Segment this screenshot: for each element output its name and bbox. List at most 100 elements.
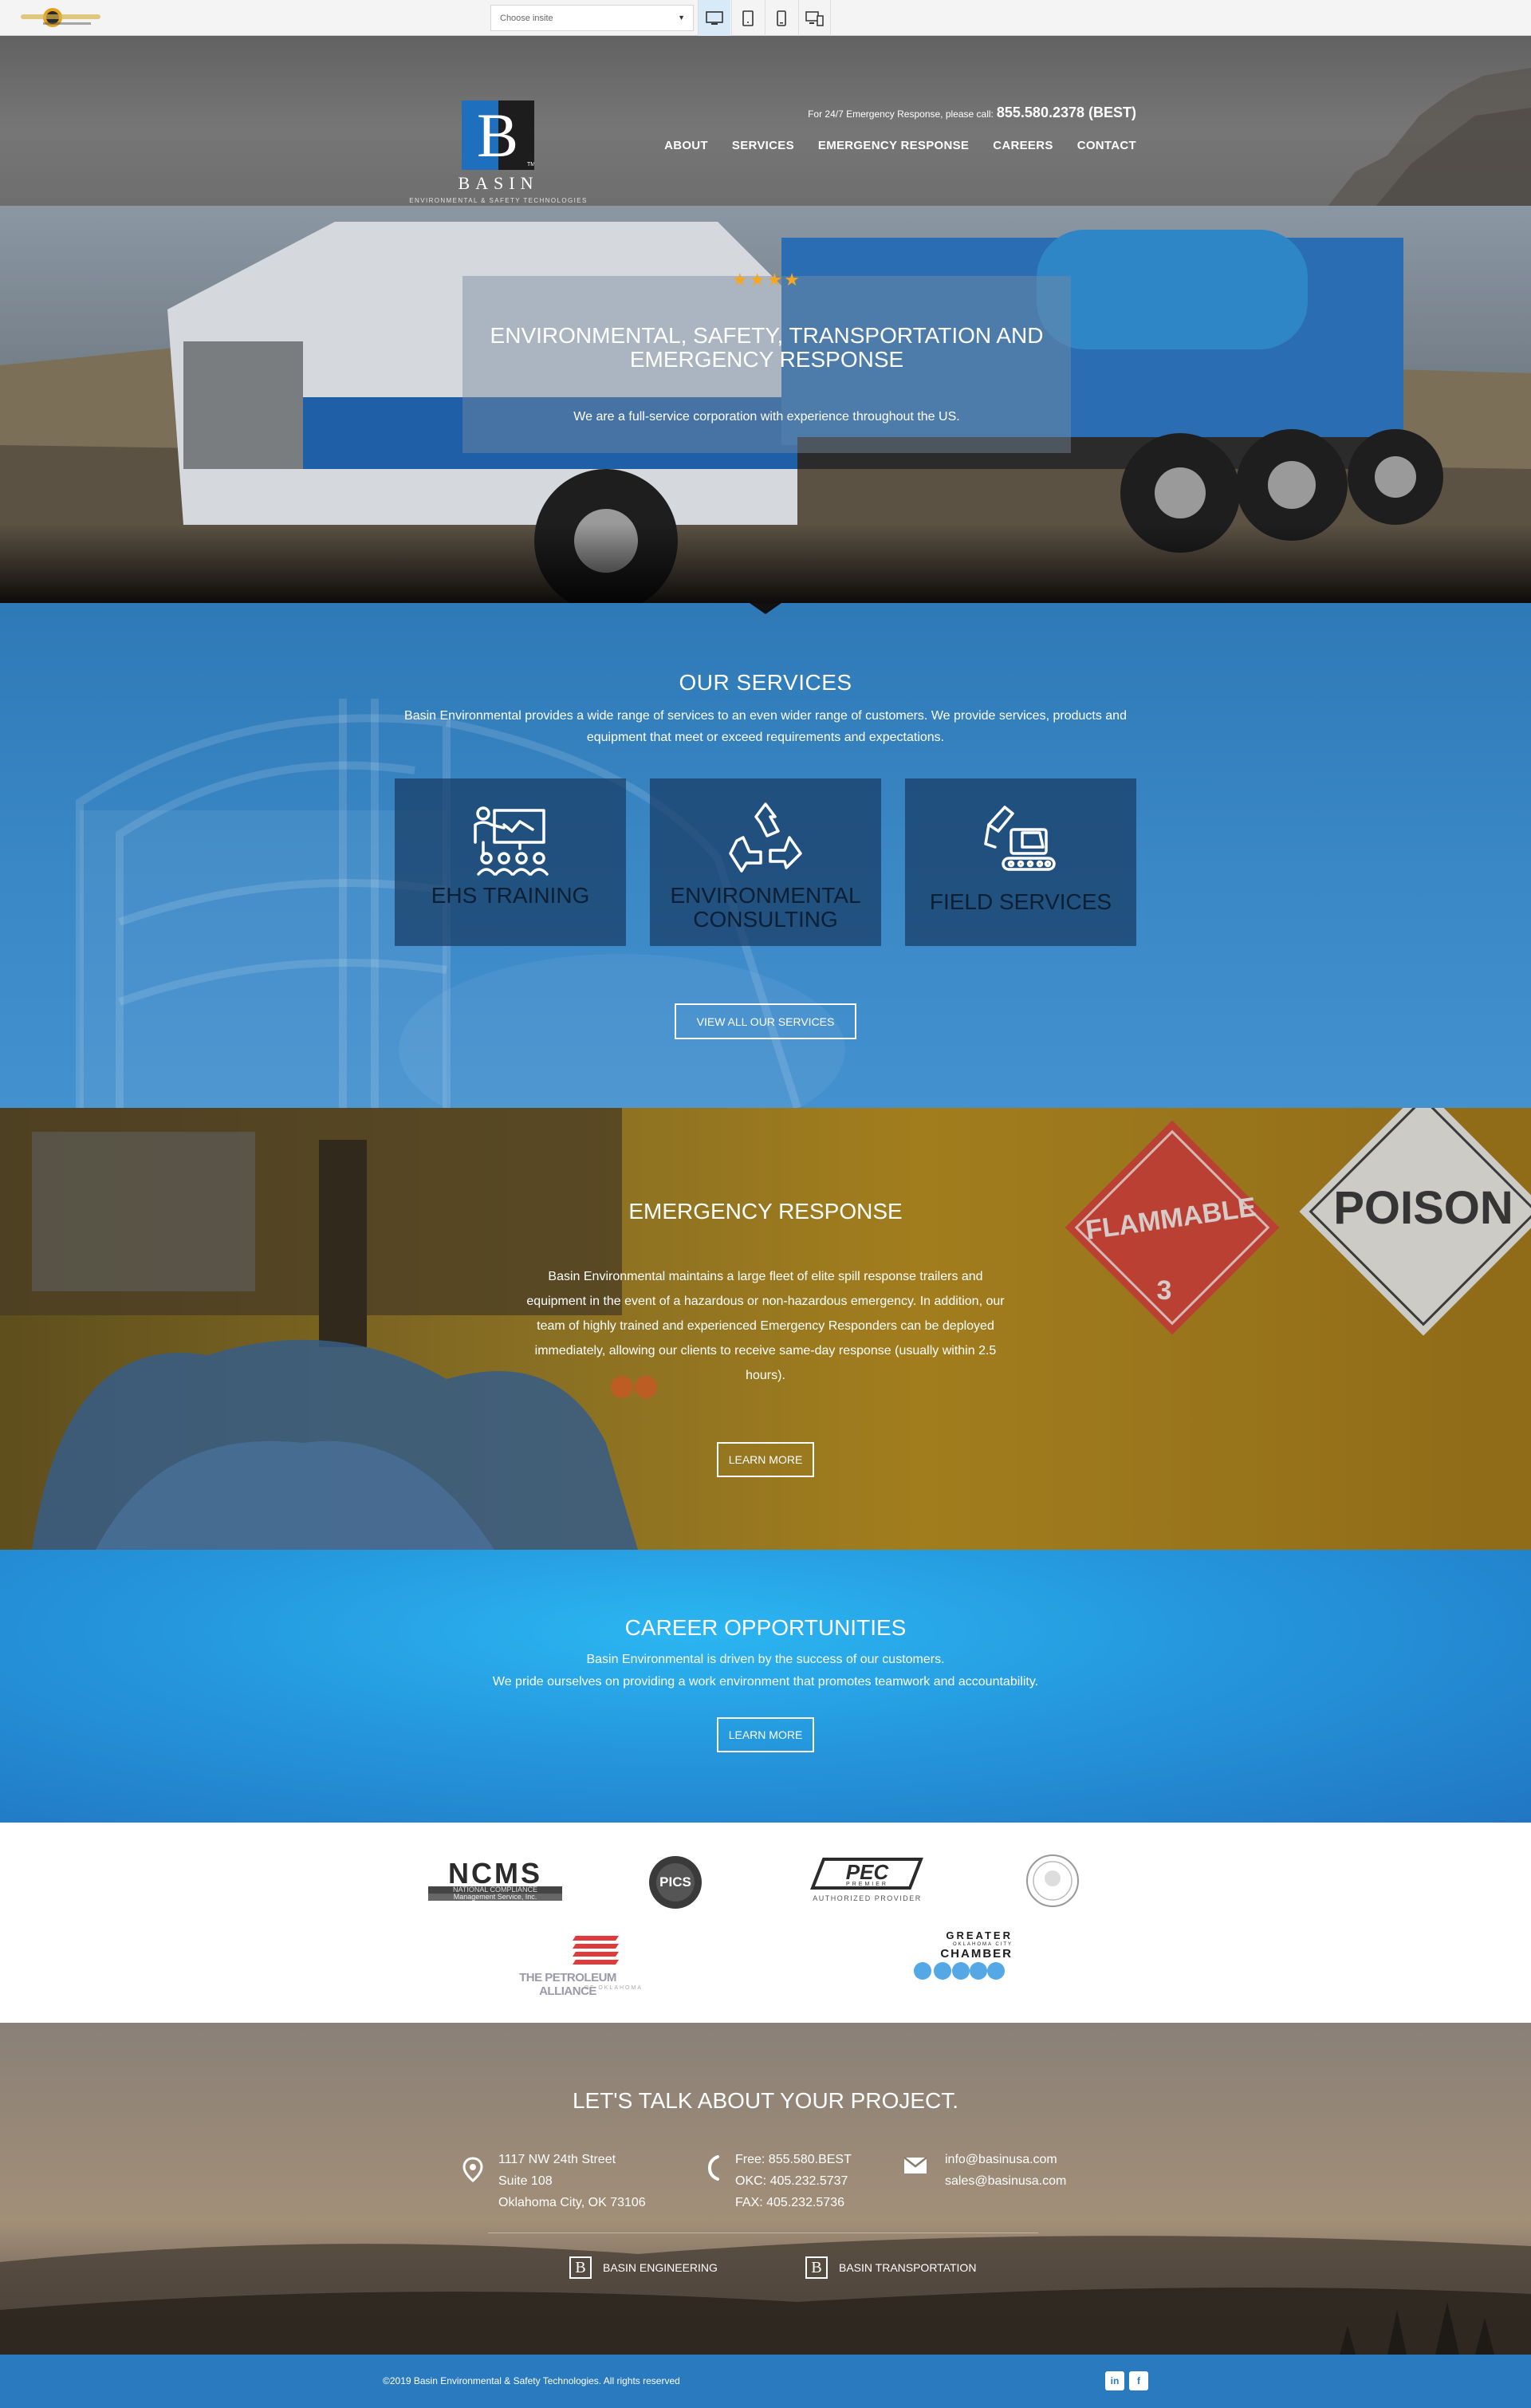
excavator-icon <box>984 806 1056 871</box>
basin-b-icon: B <box>569 2256 592 2279</box>
emergency-phone-link[interactable]: 855.580.2378 (BEST) <box>997 104 1136 120</box>
email-icon <box>903 2157 927 2174</box>
hero-section: ★★★★ ENVIRONMENTAL, SAFETY, TRANSPORTATI… <box>0 206 1531 603</box>
training-icon <box>474 806 549 876</box>
phone-line[interactable]: OKC: 405.232.5737 <box>735 2170 852 2192</box>
emergency-learn-more-button[interactable]: LEARN MORE <box>717 1442 814 1477</box>
site-select-placeholder: Choose insite <box>500 14 553 23</box>
hero-subtitle: We are a full-service corporation with e… <box>573 410 960 424</box>
svg-text:TM: TM <box>527 162 534 167</box>
desktop-icon <box>706 10 723 25</box>
contact-title: LET'S TALK ABOUT YOUR PROJECT. <box>572 2088 959 2113</box>
hero-caption-box: ★★★★ ENVIRONMENTAL, SAFETY, TRANSPORTATI… <box>462 270 1071 453</box>
okc-chamber-logo[interactable]: GREATER OKLAHOMA CITY CHAMBER <box>913 1930 1013 1999</box>
certification-seal-logo[interactable] <box>1025 1853 1080 1909</box>
view-all-services-button[interactable]: VIEW ALL OUR SERVICES <box>675 1003 856 1039</box>
services-section: OUR SERVICES Basin Environmental provide… <box>0 603 1531 1108</box>
pics-logo-text: PICS <box>659 1874 691 1890</box>
phone-icon <box>708 2155 719 2181</box>
site-footer: ©2019 Basin Environmental & Safety Techn… <box>0 2355 1531 2408</box>
service-card-environmental-consulting[interactable]: ENVIRONMENTAL CONSULTING <box>650 778 881 946</box>
careers-section: CAREER OPPORTUNITIES Basin Environmental… <box>0 1550 1531 1823</box>
svg-text:B: B <box>477 100 518 170</box>
pec-logo-subtext: AUTHORIZED PROVIDER <box>813 1894 922 1902</box>
address-line: Oklahoma City, OK 73106 <box>498 2196 646 2209</box>
nav-services[interactable]: SERVICES <box>732 139 794 152</box>
petroleum-alliance-text: THE PETROLEUM ALLIANCE <box>519 1971 616 1998</box>
petroleum-alliance-flag-icon <box>573 1936 619 1965</box>
logo-wordmark: BASIN <box>458 173 539 193</box>
logo-tagline: ENVIRONMENTAL & SAFETY TECHNOLOGIES <box>409 197 588 204</box>
address-line: 1117 NW 24th Street <box>498 2153 616 2166</box>
phone-line[interactable]: FAX: 405.232.5736 <box>735 2192 852 2213</box>
location-pin-icon <box>462 2157 483 2182</box>
pec-logo-premier: PREMIER <box>846 1882 888 1887</box>
phone-line[interactable]: Free: 855.580.BEST <box>735 2149 852 2170</box>
nav-emergency-response[interactable]: EMERGENCY RESPONSE <box>818 139 969 152</box>
emergency-title: EMERGENCY RESPONSE <box>628 1199 903 1224</box>
service-card-field-services[interactable]: FIELD SERVICES <box>905 778 1136 946</box>
linkedin-icon[interactable]: in <box>1105 2371 1124 2390</box>
address-line: Suite 108 <box>498 2174 553 2188</box>
site-select-dropdown[interactable]: Choose insite ▼ <box>490 5 694 31</box>
services-description: Basin Environmental provides a wide rang… <box>404 709 1127 744</box>
preview-toolbar: Choose insite ▼ <box>0 0 1531 36</box>
tablet-view-button[interactable] <box>731 0 764 36</box>
careers-title: CAREER OPPORTUNITIES <box>624 1615 907 1640</box>
services-title: OUR SERVICES <box>679 670 852 695</box>
facebook-icon[interactable]: f <box>1129 2371 1148 2390</box>
contact-emails: info@basinusa.com sales@basinusa.com <box>945 2149 1066 2192</box>
contact-address: 1117 NW 24th Street Suite 108 Oklahoma C… <box>498 2149 646 2213</box>
nav-careers[interactable]: CAREERS <box>993 139 1053 152</box>
emergency-call-text: For 24/7 Emergency Response, please call… <box>808 104 1136 121</box>
basin-engineering-label: BASIN ENGINEERING <box>603 2261 718 2274</box>
main-nav: ABOUT SERVICES EMERGENCY RESPONSE CAREER… <box>664 139 1136 152</box>
service-card-ehs-training[interactable]: EHS TRAINING <box>395 778 626 946</box>
service-card-label: ENVIRONMENTAL CONSULTING <box>670 883 861 932</box>
basin-transportation-link[interactable]: B BASIN TRANSPORTATION <box>805 2256 976 2279</box>
basin-engineering-link[interactable]: B BASIN ENGINEERING <box>569 2256 718 2279</box>
site-header: B TM BASIN ENVIRONMENTAL & SAFETY TECHNO… <box>0 36 1531 206</box>
nav-contact[interactable]: CONTACT <box>1077 139 1136 152</box>
petroleum-alliance-subtext: OF OKLAHOMA <box>584 1985 643 1991</box>
basin-b-icon: B <box>805 2256 828 2279</box>
desktop-view-button[interactable] <box>698 0 730 36</box>
call-label: For 24/7 Emergency Response, please call… <box>808 108 994 120</box>
emergency-description: Basin Environmental maintains a large fl… <box>526 1270 1005 1382</box>
rating-stars-icon: ★★★★ <box>732 270 801 290</box>
chevron-down-icon: ▼ <box>678 14 685 22</box>
section-arrow <box>750 603 781 614</box>
site-preview-logo <box>21 8 100 27</box>
emergency-response-section: FLAMMABLE 3 POISON EMERGENCY RESPONSE Ba… <box>0 1108 1531 1550</box>
hero-title: ENVIRONMENTAL, SAFETY, TRANSPORTATION AN… <box>490 323 1044 372</box>
chamber-text-3: CHAMBER <box>940 1947 1013 1961</box>
service-card-label: EHS TRAINING <box>431 883 590 908</box>
service-card-label: FIELD SERVICES <box>929 889 1112 914</box>
partner-logos-section: NCMS NATIONAL COMPLIANCE Management Serv… <box>0 1823 1531 2023</box>
mountain-background <box>1328 68 1531 206</box>
email-link[interactable]: sales@basinusa.com <box>945 2170 1066 2192</box>
mobile-view-button[interactable] <box>765 0 797 36</box>
petroleum-alliance-logo[interactable]: THE PETROLEUM ALLIANCE OF OKLAHOMA <box>493 1933 643 1998</box>
mobile-icon <box>777 10 786 26</box>
ncms-logo-subtext: Management Service, Inc. <box>428 1894 562 1901</box>
pics-logo[interactable]: PICS <box>647 1854 703 1910</box>
email-link[interactable]: info@basinusa.com <box>945 2149 1066 2170</box>
copyright-text: ©2019 Basin Environmental & Safety Techn… <box>383 2375 680 2386</box>
basin-logo-icon: B TM <box>462 100 534 170</box>
careers-line-1: Basin Environmental is driven by the suc… <box>586 1653 945 1666</box>
careers-line-2: We pride ourselves on providing a work e… <box>492 1675 1039 1689</box>
ncms-logo[interactable]: NCMS NATIONAL COMPLIANCE Management Serv… <box>428 1857 562 1901</box>
contact-phones: Free: 855.580.BEST OKC: 405.232.5737 FAX… <box>735 2149 852 2213</box>
multi-device-icon <box>805 10 824 26</box>
responsive-view-button[interactable] <box>798 0 831 36</box>
careers-learn-more-button[interactable]: LEARN MORE <box>717 1717 814 1752</box>
chamber-text-1: GREATER <box>946 1929 1013 1941</box>
contact-section: LET'S TALK ABOUT YOUR PROJECT. 1117 NW 2… <box>0 2023 1531 2355</box>
nav-about[interactable]: ABOUT <box>664 139 708 152</box>
basin-transportation-label: BASIN TRANSPORTATION <box>839 2261 977 2274</box>
tablet-icon <box>742 10 754 26</box>
chamber-circles-icon <box>914 1962 1005 1980</box>
pec-logo[interactable]: PEC PREMIER AUTHORIZED PROVIDER <box>809 1858 925 1907</box>
ncms-logo-text: NCMS <box>448 1857 542 1890</box>
